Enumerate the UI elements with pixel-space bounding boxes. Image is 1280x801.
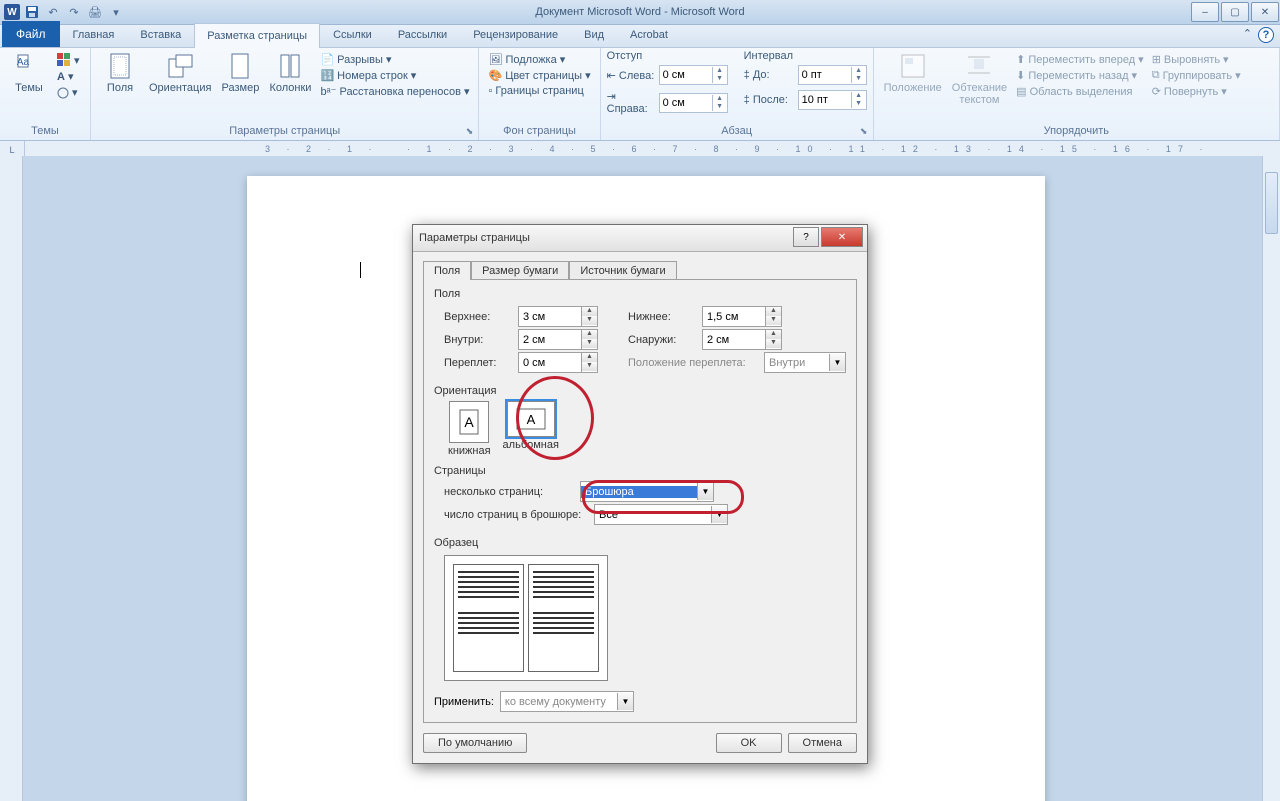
send-backward-button[interactable]: ⬇ Переместить назад ▾ — [1013, 68, 1147, 83]
group-page-background: 🖼 Подложка ▾ 🎨 Цвет страницы ▾ ▫ Границы… — [479, 48, 600, 140]
close-button[interactable]: ✕ — [1251, 2, 1279, 22]
file-tab[interactable]: Файл — [2, 21, 60, 47]
theme-effects-icon[interactable]: ▾ — [54, 85, 83, 100]
rotate-button[interactable]: ⟳ Повернуть ▾ — [1149, 84, 1244, 99]
columns-button[interactable]: Колонки — [265, 50, 315, 94]
theme-fonts-icon[interactable]: A▾ — [54, 69, 83, 84]
fieldset-preview: Образец — [434, 537, 846, 549]
page-color-button[interactable]: 🎨 Цвет страницы ▾ — [485, 68, 593, 83]
page-borders-button[interactable]: ▫ Границы страниц — [485, 84, 593, 98]
group-paragraph: Отступ ⇤ Слева:▲▼ ⇥ Справа:▲▼ Интервал ‡… — [601, 48, 874, 140]
help-icon[interactable]: ? — [1258, 27, 1274, 43]
dialog-titlebar[interactable]: Параметры страницы ? ✕ — [413, 225, 867, 252]
minimize-button[interactable]: – — [1191, 2, 1219, 22]
cancel-button[interactable]: Отмена — [788, 733, 857, 753]
dialog-tabs: Поля Размер бумаги Источник бумаги — [413, 252, 867, 279]
page-setup-launcher-icon[interactable]: ⬊ — [462, 124, 476, 138]
theme-colors-icon[interactable]: ▾ — [54, 52, 83, 68]
ok-button[interactable]: OK — [716, 733, 782, 753]
spacing-after-input[interactable]: ▲▼ — [798, 90, 867, 110]
vertical-scrollbar[interactable] — [1262, 156, 1280, 801]
tab-view[interactable]: Вид — [571, 22, 617, 47]
position-button[interactable]: Положение — [880, 50, 946, 94]
margin-bottom-input[interactable]: ▲▼ — [702, 306, 782, 327]
tab-acrobat[interactable]: Acrobat — [617, 22, 681, 47]
svg-text:A: A — [526, 412, 535, 427]
align-button[interactable]: ⊞ Выровнять ▾ — [1149, 52, 1244, 67]
text-cursor — [360, 262, 361, 278]
bring-forward-button[interactable]: ⬆ Переместить вперед ▾ — [1013, 52, 1147, 67]
save-icon[interactable] — [23, 3, 41, 21]
qat-icon[interactable]: 🖨 — [86, 3, 104, 21]
svg-text:A: A — [465, 414, 475, 430]
tab-page-layout[interactable]: Разметка страницы — [194, 23, 320, 48]
maximize-button[interactable]: ▢ — [1221, 2, 1249, 22]
tab-mailings[interactable]: Рассылки — [385, 22, 460, 47]
fieldset-pages: Страницы — [434, 465, 846, 477]
ribbon: Aa Темы ▾ A▾ ▾ Темы Поля Ориентация Разм… — [0, 48, 1280, 141]
gutter-input[interactable]: ▲▼ — [518, 352, 598, 373]
line-numbers-button[interactable]: 🔢 Номера строк ▾ — [317, 68, 472, 83]
fieldset-orientation: Ориентация — [434, 385, 846, 397]
default-button[interactable]: По умолчанию — [423, 733, 527, 753]
dialog-tab-paper[interactable]: Размер бумаги — [471, 261, 569, 280]
group-themes: Aa Темы ▾ A▾ ▾ Темы — [0, 48, 91, 140]
dialog-help-icon[interactable]: ? — [793, 227, 819, 247]
watermark-button[interactable]: 🖼 Подложка ▾ — [485, 52, 593, 67]
group-button[interactable]: ⧉ Группировать ▾ — [1149, 68, 1244, 83]
spacing-before-input[interactable]: ▲▼ — [798, 65, 867, 85]
group-arrange: Положение Обтекание текстом ⬆ Переместит… — [874, 48, 1280, 140]
booklet-pages-select[interactable]: Все▼ — [594, 504, 728, 525]
vertical-ruler[interactable] — [0, 156, 23, 801]
gutter-pos-select: Внутри▼ — [764, 352, 846, 373]
redo-icon[interactable]: ↷ — [65, 3, 83, 21]
indent-left-input[interactable]: ▲▼ — [659, 65, 728, 85]
margins-button[interactable]: Поля — [97, 50, 143, 94]
dialog-tab-margins[interactable]: Поля — [423, 261, 471, 280]
hyphenation-button[interactable]: bᵃ⁻ Расстановка переносов ▾ — [317, 84, 472, 99]
group-page-setup: Поля Ориентация Размер Колонки 📄 Разрывы… — [91, 48, 479, 140]
themes-button[interactable]: Aa Темы — [6, 50, 52, 94]
svg-text:Aa: Aa — [17, 57, 30, 68]
ribbon-tabs: Файл Главная Вставка Разметка страницы С… — [0, 25, 1280, 48]
orientation-landscape[interactable]: A альбомная — [503, 401, 559, 457]
tab-home[interactable]: Главная — [60, 22, 128, 47]
breaks-button[interactable]: 📄 Разрывы ▾ — [317, 52, 472, 67]
margin-outside-input[interactable]: ▲▼ — [702, 329, 782, 350]
tab-insert[interactable]: Вставка — [127, 22, 194, 47]
undo-icon[interactable]: ↶ — [44, 3, 62, 21]
paragraph-launcher-icon[interactable]: ⬊ — [857, 124, 871, 138]
scrollbar-thumb[interactable] — [1265, 172, 1278, 234]
margin-inside-input[interactable]: ▲▼ — [518, 329, 598, 350]
dialog-panel: Поля Верхнее:▲▼ Внутри:▲▼ Переплет:▲▼ Ни… — [423, 279, 857, 723]
margin-top-input[interactable]: ▲▼ — [518, 306, 598, 327]
dialog-close-icon[interactable]: ✕ — [821, 227, 863, 247]
window-buttons: – ▢ ✕ — [1190, 2, 1280, 22]
preview-pane — [444, 555, 608, 681]
multiple-pages-select[interactable]: Брошюра▼ — [580, 481, 714, 502]
indent-right-input[interactable]: ▲▼ — [659, 93, 728, 113]
quick-access-toolbar: W ↶ ↷ 🖨 ▾ — [0, 3, 125, 21]
size-button[interactable]: Размер — [217, 50, 263, 94]
wrap-text-button[interactable]: Обтекание текстом — [948, 50, 1011, 106]
qat-more-icon[interactable]: ▾ — [107, 3, 125, 21]
window-title: Документ Microsoft Word - Microsoft Word — [0, 6, 1280, 18]
apply-to-select[interactable]: ко всему документу▼ — [500, 691, 634, 712]
orientation-button[interactable]: Ориентация — [145, 50, 215, 94]
ribbon-minimize-icon[interactable]: ⌃ — [1243, 27, 1252, 43]
dialog-title: Параметры страницы — [419, 232, 530, 244]
orientation-portrait[interactable]: A книжная — [448, 401, 491, 457]
page-setup-dialog: Параметры страницы ? ✕ Поля Размер бумаг… — [412, 224, 868, 764]
tab-review[interactable]: Рецензирование — [460, 22, 571, 47]
dialog-tab-source[interactable]: Источник бумаги — [569, 261, 676, 280]
fieldset-margins: Поля — [434, 288, 846, 300]
selection-pane-button[interactable]: ▤ Область выделения — [1013, 84, 1147, 99]
word-app-icon[interactable]: W — [4, 4, 20, 20]
tab-references[interactable]: Ссылки — [320, 22, 385, 47]
